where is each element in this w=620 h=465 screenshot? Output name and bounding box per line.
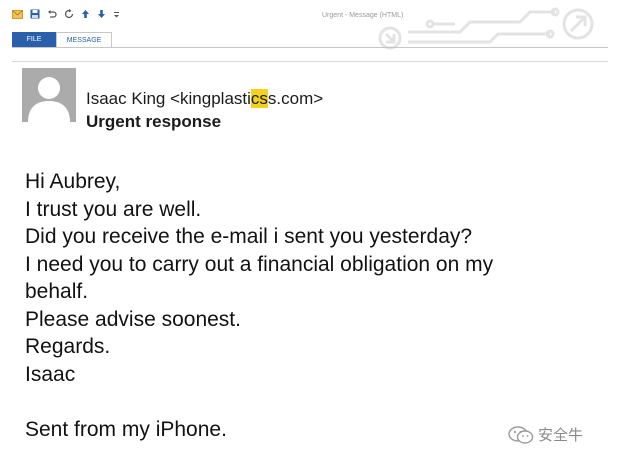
tab-file[interactable]: FILE [12, 32, 56, 48]
message-subject: Urgent response [86, 112, 222, 131]
arrow-down-icon[interactable] [97, 8, 106, 20]
ribbon-tabs: FILE MESSAGE [12, 32, 112, 48]
signature-line: Sent from my iPhone. [25, 417, 227, 441]
tab-message[interactable]: MESSAGE [56, 32, 112, 48]
body-blank-line [25, 388, 585, 416]
customize-icon[interactable] [113, 8, 120, 20]
body-line: Did you receive the e-mail i sent you ye… [25, 225, 473, 248]
email-message-window: Urgent - Message (HTML) FILE MESSAGE Isa… [0, 0, 620, 465]
body-line: Hi Aubrey, [25, 170, 121, 193]
wechat-logo-icon [508, 425, 534, 444]
body-line: behalf. [25, 280, 89, 303]
body-line: Isaac [25, 362, 76, 386]
ribbon-bottom-divider [12, 61, 608, 62]
circuit-decoration-icon [378, 7, 594, 50]
sender-address-highlight: cs [250, 89, 268, 108]
body-line: Regards. [25, 335, 111, 358]
ribbon-divider [12, 47, 608, 48]
redo-icon[interactable] [64, 8, 74, 20]
watermark-text: 安全牛 [538, 427, 584, 444]
message-body: Hi Aubrey, I trust you are well. Did you… [25, 168, 585, 443]
sender-address-prefix: Isaac King <kingplasti [86, 89, 251, 108]
body-line: I need you to carry out a financial obli… [25, 252, 494, 276]
envelope-icon[interactable] [12, 8, 23, 20]
undo-icon[interactable] [47, 8, 57, 20]
save-icon[interactable] [30, 8, 40, 20]
sender-address[interactable]: Isaac King <kingplasticss.com> [86, 89, 323, 109]
body-line: I trust you are well. [25, 197, 202, 221]
arrow-up-icon[interactable] [81, 8, 90, 20]
person-silhouette-icon [28, 77, 70, 122]
avatar [22, 68, 76, 122]
body-line: Please advise soonest. [25, 307, 241, 331]
title-bar: Urgent - Message (HTML) [0, 0, 620, 50]
watermark: 安全牛 [508, 424, 583, 445]
sender-address-suffix: s.com> [267, 89, 324, 108]
